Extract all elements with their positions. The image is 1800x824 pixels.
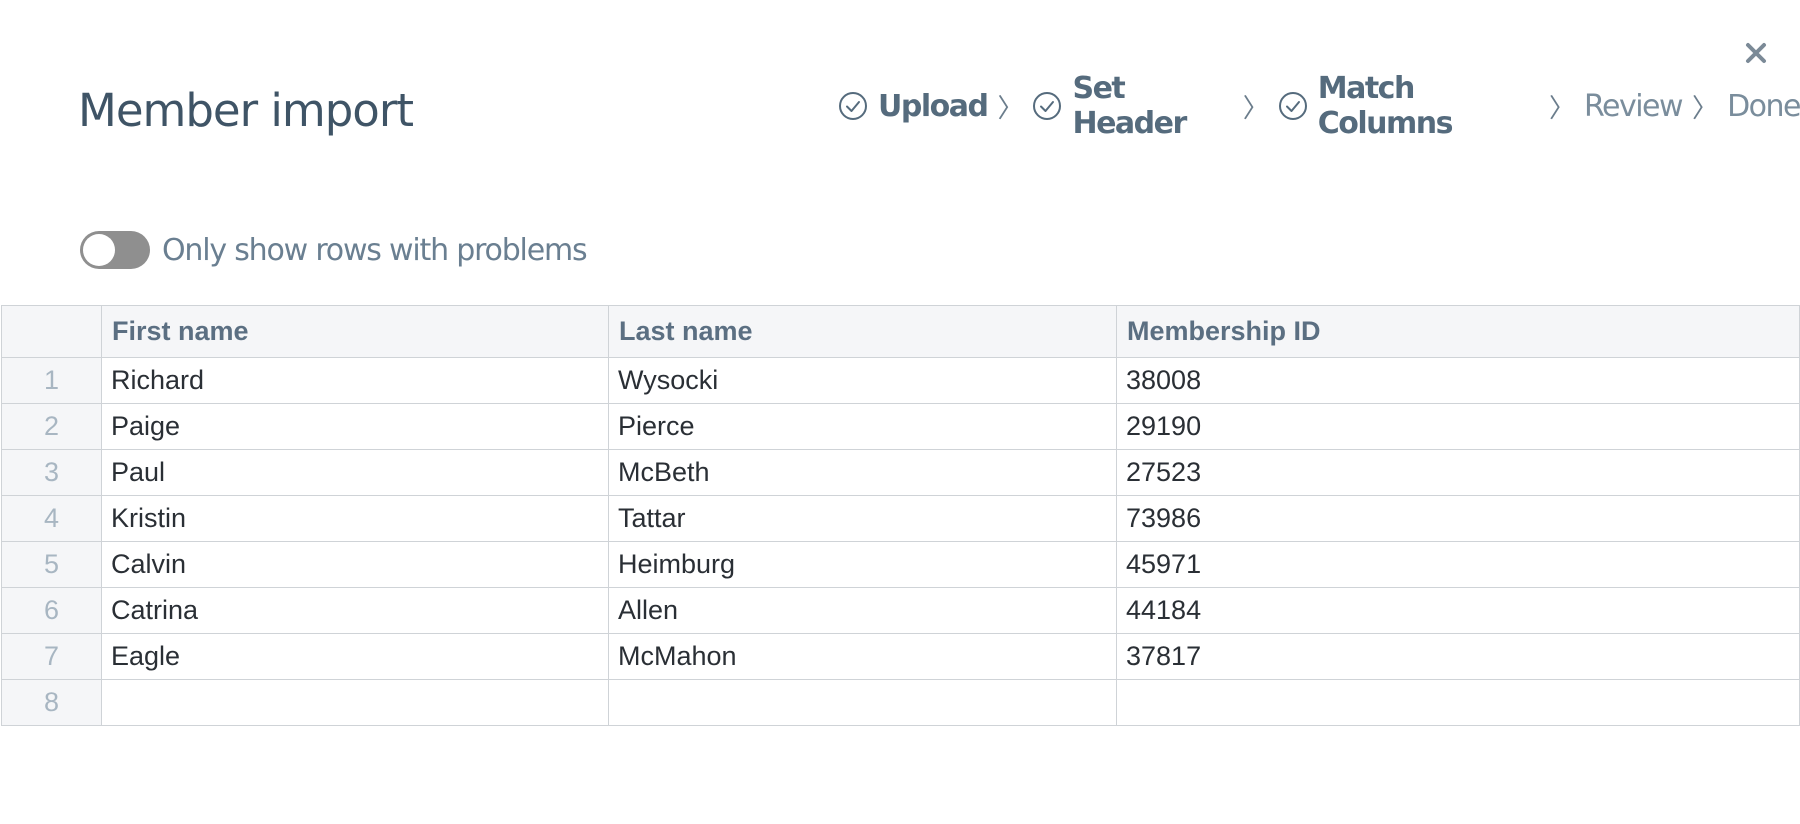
check-circle-icon xyxy=(1278,92,1307,120)
header-row: First name Last name Membership ID xyxy=(1,305,1800,358)
toggle-knob xyxy=(83,234,115,266)
cell-membership-id[interactable]: 44184 xyxy=(1116,587,1800,634)
cell-first-name[interactable] xyxy=(101,679,609,726)
row-number: 5 xyxy=(1,541,102,588)
step-done: Done xyxy=(1727,89,1800,124)
toggle-label: Only show rows with problems xyxy=(162,232,588,268)
cell-membership-id[interactable] xyxy=(1116,679,1800,726)
row-number: 1 xyxy=(1,357,102,404)
cell-membership-id[interactable]: 38008 xyxy=(1116,357,1800,404)
row-number: 3 xyxy=(1,449,102,496)
cell-last-name[interactable]: McBeth xyxy=(608,449,1117,496)
problem-filter: Only show rows with problems xyxy=(80,228,588,272)
row-number-header xyxy=(1,305,102,358)
table-row: 6 Catrina Allen 44184 xyxy=(1,587,1800,634)
chevron-right-icon: 〉 xyxy=(997,93,1024,124)
table-row: 8 xyxy=(1,679,1800,726)
cell-last-name[interactable]: Tattar xyxy=(608,495,1117,542)
cell-last-name[interactable]: McMahon xyxy=(608,633,1117,680)
import-steps: Upload 〉 Set Header 〉 Match Columns 〉 Re… xyxy=(838,71,1800,141)
table-row: 5 Calvin Heimburg 45971 xyxy=(1,541,1800,588)
cell-membership-id[interactable]: 45971 xyxy=(1116,541,1800,588)
row-number: 7 xyxy=(1,633,102,680)
step-review: Review xyxy=(1584,88,1684,124)
close-button[interactable] xyxy=(1741,38,1771,68)
dialog-title: Member import xyxy=(78,84,414,137)
cell-first-name[interactable]: Paul xyxy=(101,449,609,496)
cell-first-name[interactable]: Richard xyxy=(101,357,609,404)
check-circle-icon xyxy=(839,92,867,120)
chevron-right-icon: 〉 xyxy=(1242,93,1269,124)
cell-first-name[interactable]: Catrina xyxy=(101,587,609,634)
check-circle-icon xyxy=(1033,92,1062,120)
table-row: 3 Paul McBeth 27523 xyxy=(1,449,1800,496)
table-row: 1 Richard Wysocki 38008 xyxy=(1,357,1800,404)
step-label: Set Header xyxy=(1072,71,1187,141)
cell-last-name[interactable]: Wysocki xyxy=(608,357,1117,404)
step-upload: Upload xyxy=(838,88,989,124)
cell-last-name[interactable] xyxy=(608,679,1117,726)
chevron-right-icon: 〉 xyxy=(1548,93,1575,124)
data-grid: First name Last name Membership ID 1 Ric… xyxy=(1,305,1800,726)
column-header-last-name[interactable]: Last name xyxy=(608,305,1117,358)
table-row: 7 Eagle McMahon 37817 xyxy=(1,633,1800,680)
cell-last-name[interactable]: Pierce xyxy=(608,403,1117,450)
cell-membership-id[interactable]: 27523 xyxy=(1116,449,1800,496)
step-label: Done xyxy=(1727,88,1800,124)
cell-last-name[interactable]: Heimburg xyxy=(608,541,1117,588)
table-row: 2 Paige Pierce 29190 xyxy=(1,403,1800,450)
cell-membership-id[interactable]: 37817 xyxy=(1116,633,1800,680)
cell-last-name[interactable]: Allen xyxy=(608,587,1117,634)
row-number: 4 xyxy=(1,495,102,542)
chevron-right-icon: 〉 xyxy=(1692,93,1719,124)
cell-first-name[interactable]: Paige xyxy=(101,403,609,450)
step-match-columns: Match Columns xyxy=(1278,71,1539,141)
table-row: 4 Kristin Tattar 73986 xyxy=(1,495,1800,542)
cell-membership-id[interactable]: 73986 xyxy=(1116,495,1800,542)
close-icon xyxy=(1746,43,1766,63)
row-number: 2 xyxy=(1,403,102,450)
cell-membership-id[interactable]: 29190 xyxy=(1116,403,1800,450)
cell-first-name[interactable]: Calvin xyxy=(101,541,609,588)
step-label: Review xyxy=(1584,88,1684,124)
column-header-membership-id[interactable]: Membership ID xyxy=(1116,305,1800,358)
row-number: 6 xyxy=(1,587,102,634)
cell-first-name[interactable]: Kristin xyxy=(101,495,609,542)
step-label: Match Columns xyxy=(1317,71,1454,141)
problems-only-toggle[interactable] xyxy=(80,231,150,269)
column-header-first-name[interactable]: First name xyxy=(101,305,609,358)
cell-first-name[interactable]: Eagle xyxy=(101,633,609,680)
step-label: Upload xyxy=(878,88,989,124)
step-set-header: Set Header xyxy=(1032,71,1232,141)
row-number: 8 xyxy=(1,679,102,726)
